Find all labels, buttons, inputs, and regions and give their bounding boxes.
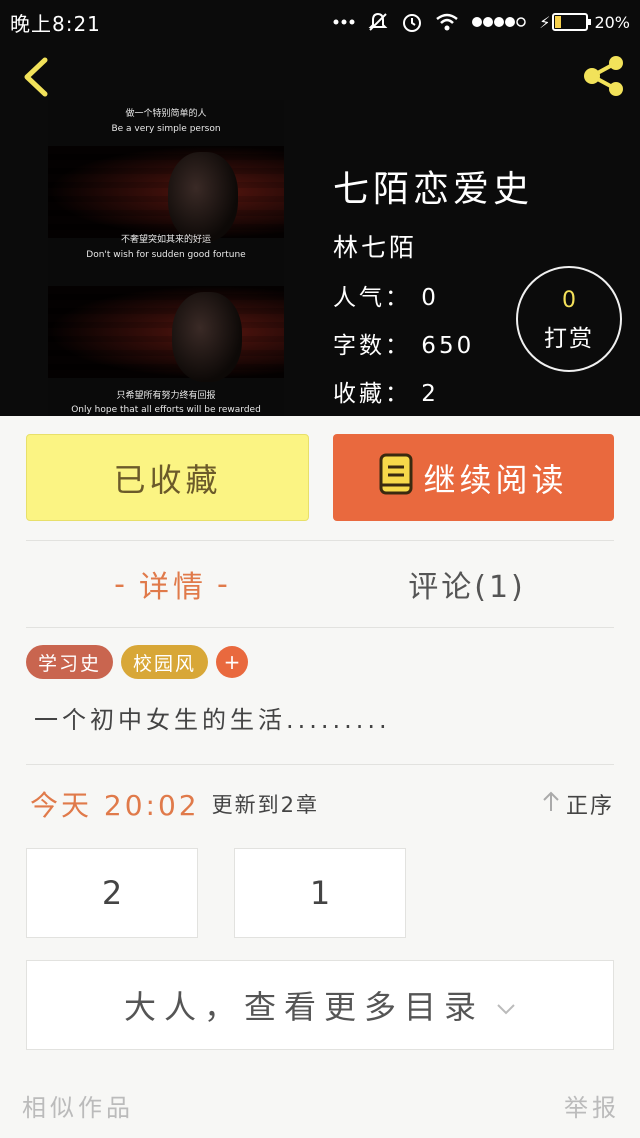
- mute-icon: [367, 11, 389, 33]
- tip-button[interactable]: 0 打赏: [516, 266, 622, 372]
- report-link[interactable]: 举报: [564, 1088, 620, 1123]
- status-time: 晚上8:21: [10, 11, 101, 36]
- book-description: 一个初中女生的生活.........: [34, 706, 391, 734]
- tab-comment[interactable]: 评论(1): [320, 540, 614, 628]
- cover-image-top: [48, 146, 284, 238]
- book-info: 七陌恋爱史 林七陌 人气： 0 字数： 650 收藏： 2: [333, 160, 533, 408]
- book-author[interactable]: 林七陌: [333, 228, 533, 264]
- share-button[interactable]: [578, 54, 630, 102]
- cover-text-1-en: Be a very simple person: [111, 124, 221, 134]
- cover-face-bottom: [172, 292, 242, 382]
- chevron-left-icon: [21, 56, 51, 102]
- alarm-icon: [401, 11, 423, 33]
- tip-label: 打赏: [544, 326, 594, 352]
- more-dots-icon: [333, 19, 355, 25]
- cover-text-2-cn: 不奢望突如其来的好运: [120, 235, 211, 245]
- cover-image-bottom: [48, 286, 284, 378]
- continue-reading-label: 继续阅读: [423, 460, 568, 499]
- update-text: 更新到2章: [211, 793, 319, 817]
- status-icons: ⚡ 20%: [333, 11, 630, 33]
- share-icon: [580, 54, 628, 102]
- popularity-stat: 人气： 0: [333, 285, 439, 311]
- continue-reading-button[interactable]: 继续阅读: [333, 434, 614, 521]
- tab-detail[interactable]: - 详情 -: [26, 540, 320, 628]
- tag-item[interactable]: 校园风: [121, 645, 209, 679]
- divider: [26, 627, 614, 628]
- favorites-stat: 收藏： 2: [333, 381, 439, 407]
- book-header: 晚上8:21 ⚡ 20% 做一个特别简单的人 Be a very simple …: [0, 0, 640, 416]
- tab-dash-right: -: [217, 566, 232, 602]
- tag-list: 学习史 校园风 +: [26, 645, 249, 679]
- wifi-icon: [435, 13, 459, 31]
- cover-text-3-en: Only hope that all efforts will be rewar…: [71, 405, 261, 415]
- tab-detail-label: 详情: [139, 570, 207, 605]
- update-row: 今天 20:02 更新到2章 正序: [30, 784, 614, 824]
- tip-count: 0: [562, 288, 576, 313]
- more-catalog-label: 大人，查看更多目录: [123, 988, 484, 1026]
- book-icon: [379, 453, 413, 503]
- book-title: 七陌恋爱史: [333, 169, 534, 210]
- add-tag-button[interactable]: +: [216, 646, 249, 678]
- status-bar: 晚上8:21 ⚡ 20%: [0, 0, 640, 44]
- back-button[interactable]: [16, 54, 56, 104]
- arrow-up-icon: [542, 790, 560, 818]
- update-time: 今天 20:02: [30, 789, 200, 822]
- signal-icon: [471, 16, 527, 28]
- sort-label: 正序: [565, 794, 614, 819]
- chapter-item[interactable]: 2: [26, 848, 198, 938]
- chapter-item[interactable]: 1: [234, 848, 406, 938]
- collected-button[interactable]: 已收藏: [26, 434, 309, 521]
- battery-percent: 20%: [594, 12, 630, 32]
- sort-button[interactable]: 正序: [542, 788, 614, 820]
- book-cover[interactable]: 做一个特别简单的人 Be a very simple person 不奢望突如其…: [48, 100, 284, 416]
- tab-dash-left: -: [114, 566, 129, 602]
- more-catalog-button[interactable]: 大人，查看更多目录: [26, 960, 614, 1050]
- cover-text-2-en: Don't wish for sudden good fortune: [86, 250, 246, 260]
- chevron-down-icon: [496, 986, 516, 1024]
- word-count-stat: 字数： 650: [333, 333, 475, 359]
- divider: [26, 764, 614, 765]
- cover-text-3-cn: 只希望所有努力终有回报: [116, 391, 216, 401]
- battery-icon: ⚡ 20%: [539, 12, 630, 32]
- cover-text-1-cn: 做一个特别简单的人: [125, 109, 207, 119]
- similar-works-heading: 相似作品: [22, 1094, 134, 1122]
- tag-item[interactable]: 学习史: [26, 645, 114, 679]
- cover-face-top: [168, 152, 238, 242]
